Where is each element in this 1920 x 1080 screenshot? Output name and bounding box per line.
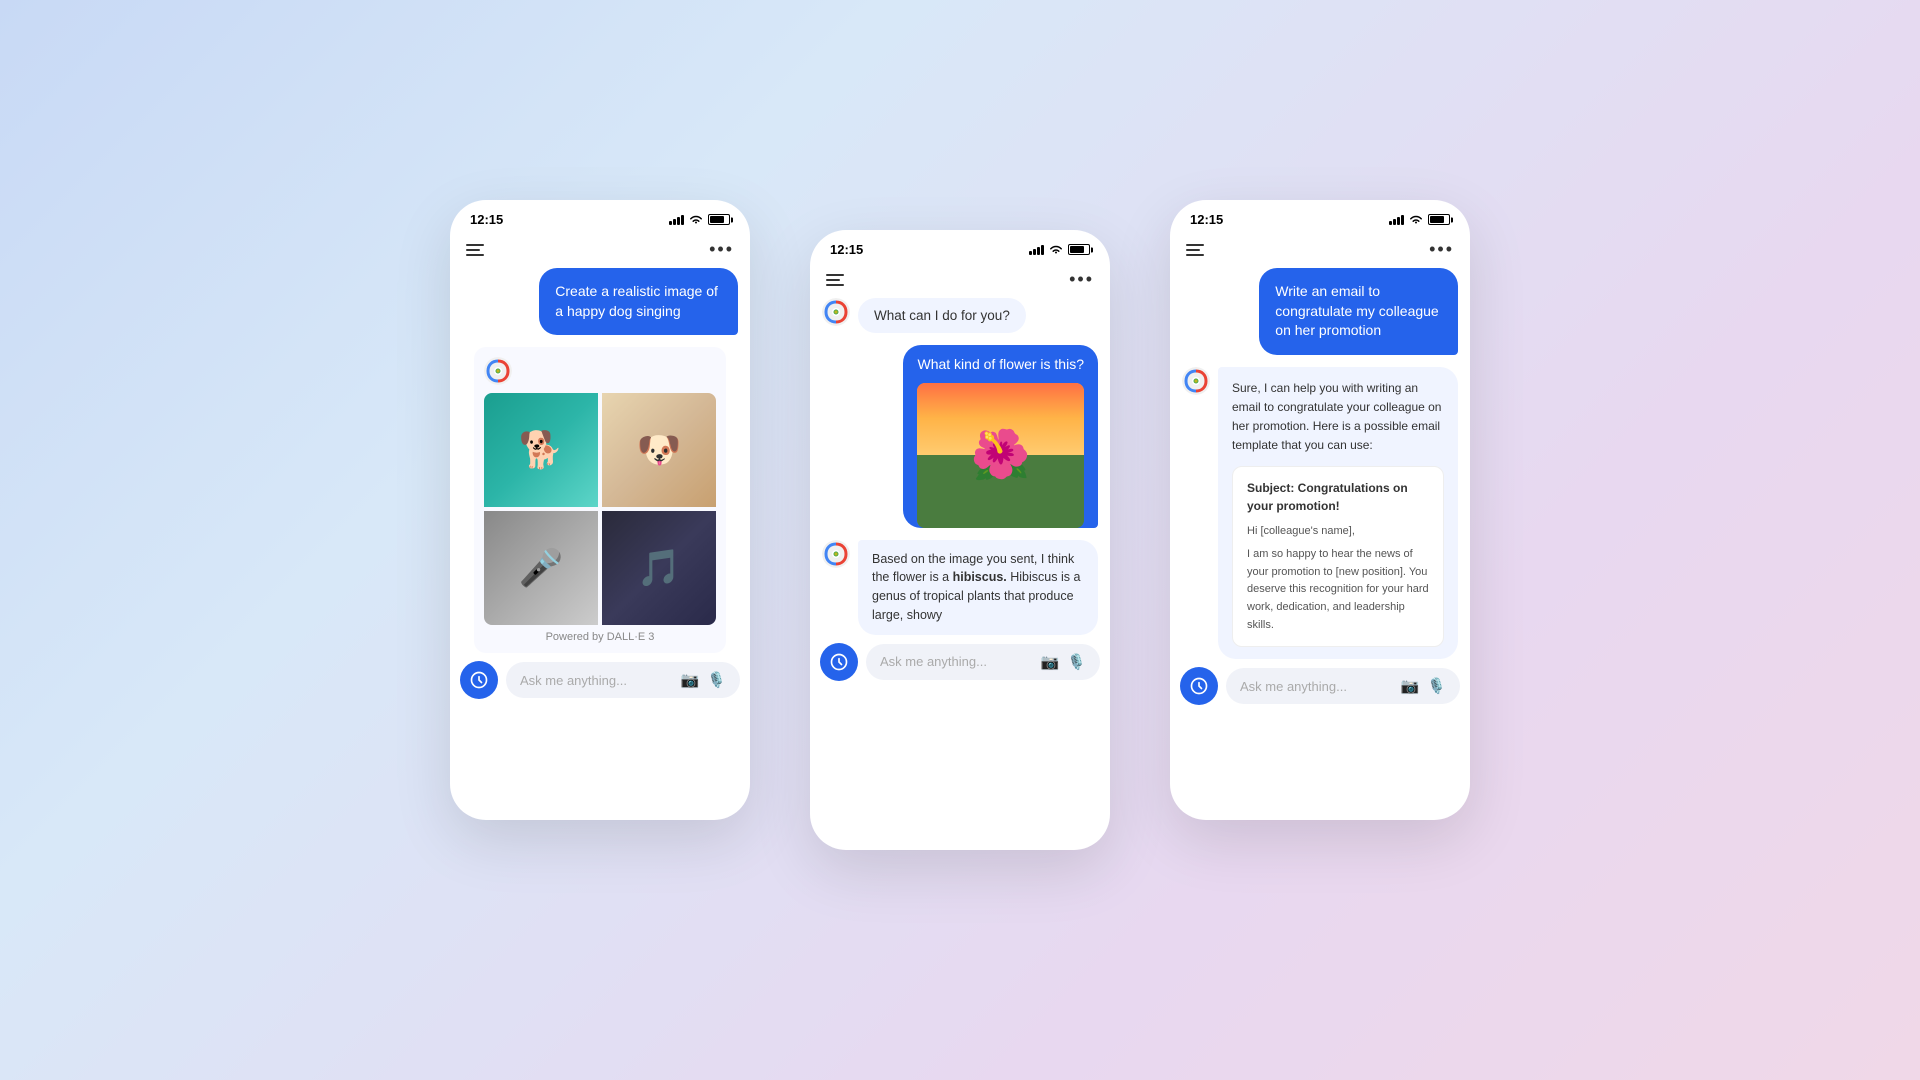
signal-icon — [1389, 215, 1404, 225]
wifi-icon — [689, 214, 703, 225]
mic-icon[interactable]: 🎙️ — [1067, 653, 1086, 671]
copilot-avatar — [822, 298, 850, 326]
left-chat-area: Create a realistic image of a happy dog … — [450, 268, 750, 653]
email-body: I am so happy to hear the news of your p… — [1247, 546, 1429, 634]
email-template-card: Subject: Congratulations on your promoti… — [1232, 466, 1444, 648]
camera-icon[interactable]: 📷 — [1041, 653, 1060, 671]
left-nav-bar: ••• — [450, 233, 750, 268]
dog-image-grid: 🐕 🐶 🎤 🎵 — [484, 393, 716, 625]
center-ai-response-bubble: Based on the image you sent, I think the… — [822, 540, 1098, 635]
right-chat-btn[interactable] — [1180, 667, 1218, 705]
left-chat-btn[interactable] — [460, 661, 498, 699]
center-user-bubble: What kind of flower is this? 🌺 — [903, 345, 1098, 528]
right-input-icons: 📷 🎙️ — [1401, 677, 1446, 695]
right-ai-text: Sure, I can help you with writing an ema… — [1218, 367, 1458, 659]
dog-image-2: 🐶 — [602, 393, 716, 507]
menu-icon[interactable] — [826, 274, 844, 286]
mic-icon[interactable]: 🎙️ — [1427, 677, 1446, 695]
ai-header — [484, 357, 716, 385]
left-time: 12:15 — [470, 212, 503, 227]
right-status-icons — [1389, 214, 1450, 225]
left-input-icons: 📷 🎙️ — [681, 671, 726, 689]
wifi-icon — [1409, 214, 1423, 225]
wifi-icon — [1049, 244, 1063, 255]
more-options-icon[interactable]: ••• — [1069, 269, 1094, 290]
center-input-icons: 📷 🎙️ — [1041, 653, 1086, 671]
center-nav-bar: ••• — [810, 263, 1110, 298]
battery-icon — [1068, 244, 1090, 255]
image-grid-card: 🐕 🐶 🎤 🎵 — [474, 347, 726, 653]
email-salutation: Hi [colleague's name], — [1247, 523, 1429, 541]
signal-icon — [1029, 245, 1044, 255]
battery-icon — [1428, 214, 1450, 225]
more-options-icon[interactable]: ••• — [1429, 239, 1454, 260]
powered-by-text: Powered by DALL·E 3 — [484, 631, 716, 643]
center-chat-btn[interactable] — [820, 643, 858, 681]
left-status-icons — [669, 214, 730, 225]
right-nav-bar: ••• — [1170, 233, 1470, 268]
camera-icon[interactable]: 📷 — [681, 671, 700, 689]
center-input-bar: Ask me anything... 📷 🎙️ — [810, 635, 1110, 695]
right-input-field[interactable]: Ask me anything... 📷 🎙️ — [1226, 668, 1460, 704]
left-status-bar: 12:15 — [450, 200, 750, 233]
right-time: 12:15 — [1190, 212, 1223, 227]
hibiscus-bold: hibiscus. — [953, 570, 1007, 584]
center-phone: 12:15 ••• — [810, 230, 1110, 850]
right-user-bubble: Write an email to congratulate my collea… — [1259, 268, 1458, 355]
copilot-avatar — [1182, 367, 1210, 395]
dog-image-3: 🎤 — [484, 511, 598, 625]
right-input-placeholder: Ask me anything... — [1240, 679, 1393, 694]
battery-icon — [708, 214, 730, 225]
mic-icon[interactable]: 🎙️ — [707, 671, 726, 689]
ai-intro-text: Sure, I can help you with writing an ema… — [1232, 381, 1441, 453]
center-time: 12:15 — [830, 242, 863, 257]
camera-icon[interactable]: 📷 — [1401, 677, 1420, 695]
dog-image-1: 🐕 — [484, 393, 598, 507]
dog-image-4: 🎵 — [602, 511, 716, 625]
right-chat-area: Write an email to congratulate my collea… — [1170, 268, 1470, 659]
center-input-field[interactable]: Ask me anything... 📷 🎙️ — [866, 644, 1100, 680]
more-options-icon[interactable]: ••• — [709, 239, 734, 260]
right-phone: 12:15 ••• Write an email to congratulate… — [1170, 200, 1470, 820]
flower-question-text: What kind of flower is this? — [917, 355, 1084, 383]
signal-icon — [669, 215, 684, 225]
ai-greeting-text: What can I do for you? — [858, 298, 1026, 333]
copilot-avatar — [484, 357, 512, 385]
copilot-avatar — [822, 540, 850, 568]
center-ai-greeting-bubble: What can I do for you? — [822, 298, 1098, 333]
flower-image: 🌺 — [917, 383, 1084, 528]
center-status-bar: 12:15 — [810, 230, 1110, 263]
center-input-placeholder: Ask me anything... — [880, 654, 1033, 669]
menu-icon[interactable] — [466, 244, 484, 256]
right-status-bar: 12:15 — [1170, 200, 1470, 233]
center-status-icons — [1029, 244, 1090, 255]
left-user-bubble: Create a realistic image of a happy dog … — [539, 268, 738, 335]
email-subject: Subject: Congratulations on your promoti… — [1247, 479, 1429, 515]
left-input-bar: Ask me anything... 📷 🎙️ — [450, 653, 750, 713]
hibiscus-response-text: Based on the image you sent, I think the… — [858, 540, 1098, 635]
left-input-placeholder: Ask me anything... — [520, 673, 673, 688]
center-chat-area: What can I do for you? What kind of flow… — [810, 298, 1110, 635]
right-ai-bubble: Sure, I can help you with writing an ema… — [1182, 367, 1458, 659]
right-input-bar: Ask me anything... 📷 🎙️ — [1170, 659, 1470, 719]
left-input-field[interactable]: Ask me anything... 📷 🎙️ — [506, 662, 740, 698]
menu-icon[interactable] — [1186, 244, 1204, 256]
left-phone: 12:15 ••• Create a realistic image of a … — [450, 200, 750, 820]
